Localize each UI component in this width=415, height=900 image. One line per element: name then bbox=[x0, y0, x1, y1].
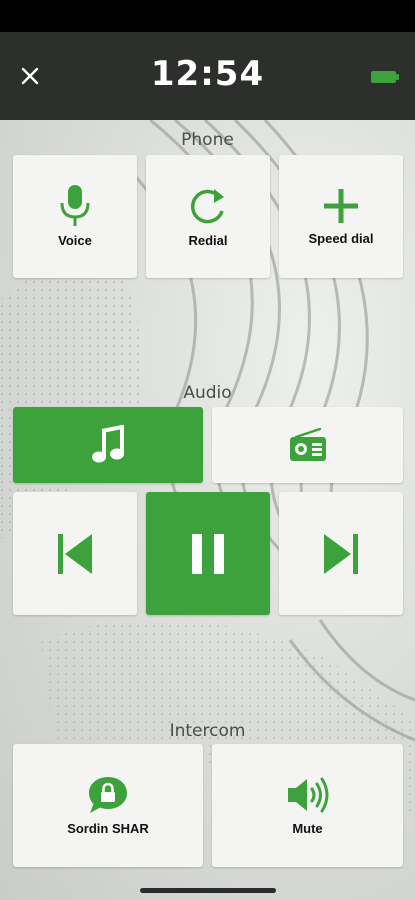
battery-icon bbox=[371, 71, 399, 83]
redial-icon bbox=[190, 189, 224, 224]
audio-section-title: Audio bbox=[183, 383, 232, 403]
pause-icon bbox=[192, 533, 224, 574]
radio-source-button[interactable] bbox=[212, 407, 403, 483]
sordin-shar-button[interactable]: Sordin SHAR bbox=[13, 744, 203, 867]
voice-button[interactable]: Voice bbox=[13, 155, 137, 278]
voice-label: Voice bbox=[58, 233, 92, 248]
music-note-icon bbox=[92, 425, 124, 463]
locked-chat-icon bbox=[89, 777, 127, 813]
radio-icon bbox=[289, 428, 326, 461]
microphone-icon bbox=[60, 185, 90, 226]
plus-icon bbox=[324, 189, 358, 223]
phone-section-title: Phone bbox=[181, 130, 234, 150]
speaker-icon bbox=[287, 777, 328, 813]
home-indicator[interactable] bbox=[140, 888, 276, 893]
mute-label: Mute bbox=[292, 821, 323, 836]
previous-track-icon bbox=[58, 533, 92, 574]
sordin-shar-label: Sordin SHAR bbox=[67, 821, 149, 836]
previous-track-button[interactable] bbox=[13, 492, 137, 615]
clock: 12:54 bbox=[150, 54, 265, 94]
redial-button[interactable]: Redial bbox=[146, 155, 270, 278]
intercom-section-title: Intercom bbox=[169, 721, 246, 741]
music-source-button[interactable] bbox=[13, 407, 203, 483]
mute-button[interactable]: Mute bbox=[212, 744, 403, 867]
pause-button[interactable] bbox=[146, 492, 270, 615]
next-track-icon bbox=[324, 533, 358, 574]
status-bar bbox=[0, 0, 415, 32]
speed-dial-button[interactable]: Speed dial bbox=[279, 155, 403, 278]
app-header: 12:54 bbox=[0, 32, 415, 120]
speed-dial-label: Speed dial bbox=[308, 231, 374, 246]
next-track-button[interactable] bbox=[279, 492, 403, 615]
redial-label: Redial bbox=[188, 233, 228, 248]
